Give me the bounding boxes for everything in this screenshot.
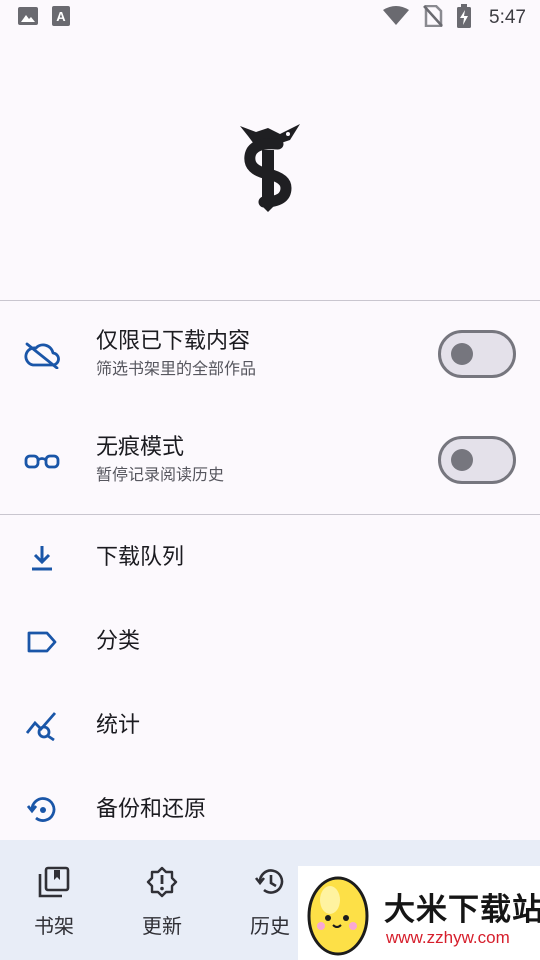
query-stats-icon	[24, 708, 60, 744]
image-icon	[18, 6, 38, 30]
nav-library[interactable]: 书架	[0, 840, 108, 960]
watermark: 大米下载站 www.zzhyw.com	[298, 866, 540, 960]
history-icon	[254, 866, 286, 898]
snake-s-logo	[240, 124, 300, 212]
restore-icon	[24, 792, 60, 828]
incognito-switch[interactable]	[438, 436, 516, 484]
wifi-icon	[383, 5, 410, 31]
nav-library-label: 书架	[34, 914, 74, 938]
downloaded-only-row[interactable]: 仅限已下载内容 筛选书架里的全部作品	[0, 302, 540, 408]
status-time: 5:47	[489, 7, 526, 28]
incognito-subtitle: 暂停记录阅读历史	[96, 465, 225, 484]
downloaded-only-title: 仅限已下载内容	[96, 329, 251, 354]
incognito-row[interactable]: 无痕模式 暂停记录阅读历史	[0, 408, 540, 514]
app-logo-area	[0, 36, 540, 300]
watermark-url: www.zzhyw.com	[386, 928, 510, 947]
downloaded-only-switch[interactable]	[438, 330, 516, 378]
glasses-icon	[24, 443, 60, 479]
menu-download-queue-label: 下载队列	[96, 545, 185, 570]
divider-top	[0, 300, 540, 301]
status-bar: A 5:47	[0, 0, 540, 36]
menu-backup-restore-label: 备份和还原	[96, 797, 207, 822]
nav-updates[interactable]: 更新	[108, 840, 216, 960]
label-icon	[24, 624, 60, 660]
nav-updates-label: 更新	[142, 914, 182, 938]
watermark-title: 大米下载站	[384, 892, 540, 928]
library-icon	[38, 866, 70, 898]
menu-stats-label: 统计	[96, 713, 141, 738]
menu-categories[interactable]: 分类	[0, 600, 540, 684]
download-icon	[24, 540, 60, 576]
menu-categories-label: 分类	[96, 629, 141, 654]
downloaded-only-subtitle: 筛选书架里的全部作品	[96, 359, 257, 378]
divider-middle	[0, 514, 540, 515]
cloud-off-icon	[24, 337, 60, 373]
incognito-title: 无痕模式	[96, 435, 185, 460]
battery-charging-icon	[457, 3, 472, 33]
svg-text:A: A	[56, 9, 66, 24]
menu-download-queue[interactable]: 下载队列	[0, 516, 540, 600]
no-sim-icon	[423, 4, 443, 32]
menu-stats[interactable]: 统计	[0, 684, 540, 768]
updates-alert-icon	[146, 866, 178, 898]
a-app-icon: A	[52, 5, 70, 31]
egg-mascot-logo	[307, 876, 369, 956]
